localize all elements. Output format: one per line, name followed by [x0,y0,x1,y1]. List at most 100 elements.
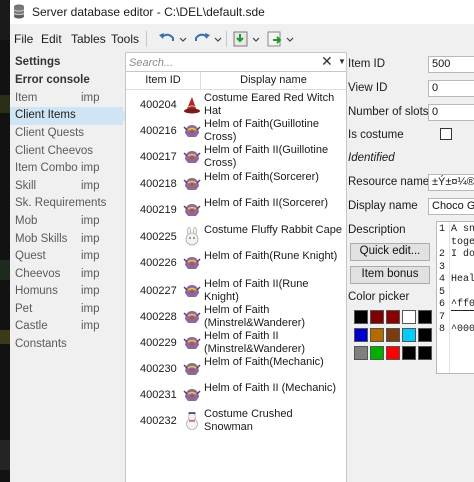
display-name-cell: Helm of Faith II (Mechanic) [204,382,337,394]
category-mob[interactable]: Mob imp [10,213,123,231]
color-swatch[interactable] [418,346,432,360]
dropdown-arrow-icon[interactable] [213,30,223,48]
dropdown-arrow-icon[interactable] [251,30,261,48]
color-swatch[interactable] [354,310,368,324]
color-swatch[interactable] [354,346,368,360]
clear-icon[interactable]: ✕ [321,53,333,70]
save-icon[interactable] [232,30,250,48]
slots-field[interactable]: 0 [428,104,474,121]
display-name-cell: Costume Crushed Snowman [204,408,293,433]
item-id-cell: 400218 [140,178,177,190]
table-row[interactable]: 400227 Helm of Faith II(Rune Knight) [126,278,346,304]
dropdown-arrow-icon[interactable] [285,30,295,48]
color-swatch[interactable] [402,328,416,342]
item-id-field[interactable]: 500 [428,56,474,73]
properties-panel: Item ID 500 View ID 0 Number of slots 0 … [346,54,474,482]
item-id-label: Item ID [348,58,386,70]
table-row[interactable]: 400216 Helm of Faith(Guillotine Cross) [126,118,346,144]
description-line-text: ^0000 [451,324,474,335]
item-bonus-button[interactable]: Item bonus [350,266,430,284]
category-sk-requirements[interactable]: Sk. Requirements [10,195,123,213]
category-homuns[interactable]: Homuns imp [10,283,123,301]
view-id-field[interactable]: 0 [428,80,474,97]
resource-name-field[interactable]: ±Ý±¤¼® [428,174,474,191]
red-witch-hat-icon [184,97,200,114]
category-settings[interactable]: Settings [10,54,123,72]
category-label: Client Items [15,109,76,121]
table-row[interactable]: 400226 Helm of Faith(Rune Knight) [126,250,346,276]
quick-edit-button[interactable]: Quick edit... [350,243,430,261]
item-id-cell: 400229 [140,337,177,349]
table-row[interactable]: 400232 Costume Crushed Snowman [126,408,346,434]
category-client-quests[interactable]: Client Quests [10,125,123,143]
category-cheevos[interactable]: Cheevos imp [10,266,123,284]
color-swatch[interactable] [386,328,400,342]
menu-tables[interactable]: Tables [71,32,106,46]
category-client-cheevos[interactable]: Client Cheevos [10,143,123,161]
description-line-text: I don [451,249,474,260]
gutter-divider [449,222,450,373]
description-editor[interactable]: 1 A snatoget 2 I don 34 Heals 56 ^ff00 78 ^0000 [436,221,474,374]
table-row[interactable]: 400231 Helm of Faith II (Mechanic) [126,382,346,408]
color-swatch[interactable] [402,346,416,360]
item-id-cell: 400227 [140,285,177,297]
menu-tools[interactable]: Tools [111,32,139,46]
color-swatch[interactable] [402,310,416,324]
line-number: 6 [439,299,446,310]
display-name-cell: Helm of Faith II(Rune Knight) [204,278,309,303]
import-tag: imp [81,268,100,280]
display-name-cell: Costume Fluffy Rabbit Cape [204,224,342,236]
color-swatch[interactable] [418,310,432,324]
search-input[interactable] [129,55,309,70]
color-swatch[interactable] [370,310,384,324]
table-row[interactable]: 400225 Costume Fluffy Rabbit Cape [126,224,346,250]
color-swatch[interactable] [354,328,368,342]
helm-icon [183,178,201,190]
color-swatch[interactable] [370,346,384,360]
table-row[interactable]: 400217 Helm of Faith II(Guillotine Cross) [126,144,346,170]
chevron-down-icon[interactable]: ▼ [338,57,346,66]
dropdown-arrow-icon[interactable] [178,30,188,48]
category-error-console[interactable]: Error console [10,72,123,90]
table-row[interactable]: 400218 Helm of Faith(Sorcerer) [126,171,346,197]
table-row[interactable]: 400230 Helm of Faith(Mechanic) [126,356,346,382]
color-swatch[interactable] [386,310,400,324]
color-swatch[interactable] [386,346,400,360]
color-swatch[interactable] [370,328,384,342]
category-label: Client Cheevos [15,145,93,157]
category-constants[interactable]: Constants [10,336,123,354]
item-id-cell: 400217 [140,151,177,163]
category-label: Sk. Requirements [15,197,107,209]
menu-file[interactable]: File [14,32,33,46]
display-name-cell: Helm of Faith II(Guillotine Cross) [204,144,329,169]
costume-label: Is costume [348,129,404,141]
helm-icon [183,311,201,323]
app-window: Server database editor - C:\DEL\default.… [10,0,474,482]
category-skill[interactable]: Skill imp [10,178,123,196]
table-row[interactable]: 400204 Costume Eared Red Witch Hat [126,92,346,118]
column-header-item-id[interactable]: Item ID [126,72,201,90]
header-label: Display name [240,74,307,86]
category-item-combo[interactable]: Item Combo imp [10,160,123,178]
table-row[interactable]: 400219 Helm of Faith II(Sorcerer) [126,197,346,223]
snowman-icon [186,412,198,430]
item-id-cell: 400228 [140,311,177,323]
column-header-display-name[interactable]: Display name [201,72,346,90]
color-swatch[interactable] [418,328,432,342]
category-mob-skills[interactable]: Mob Skills imp [10,231,123,249]
table-row[interactable]: 400229 Helm of Faith II (Minstrel&Wandere… [126,330,346,356]
category-castle[interactable]: Castle imp [10,318,123,336]
category-item[interactable]: Item imp [10,90,123,108]
undo-icon[interactable] [157,30,177,48]
display-name-field[interactable]: Choco Ga [428,198,474,215]
table-row[interactable]: 400228 Helm of Faith (Minstrel&Wanderer) [126,304,346,330]
category-client-items[interactable]: Client Items [10,107,123,125]
category-quest[interactable]: Quest imp [10,248,123,266]
menu-edit[interactable]: Edit [41,32,62,46]
slots-label: Number of slots [348,106,429,118]
export-icon[interactable] [266,30,284,48]
category-label: Castle [15,320,48,332]
category-pet[interactable]: Pet imp [10,301,123,319]
redo-icon[interactable] [192,30,212,48]
costume-checkbox[interactable] [440,128,452,140]
